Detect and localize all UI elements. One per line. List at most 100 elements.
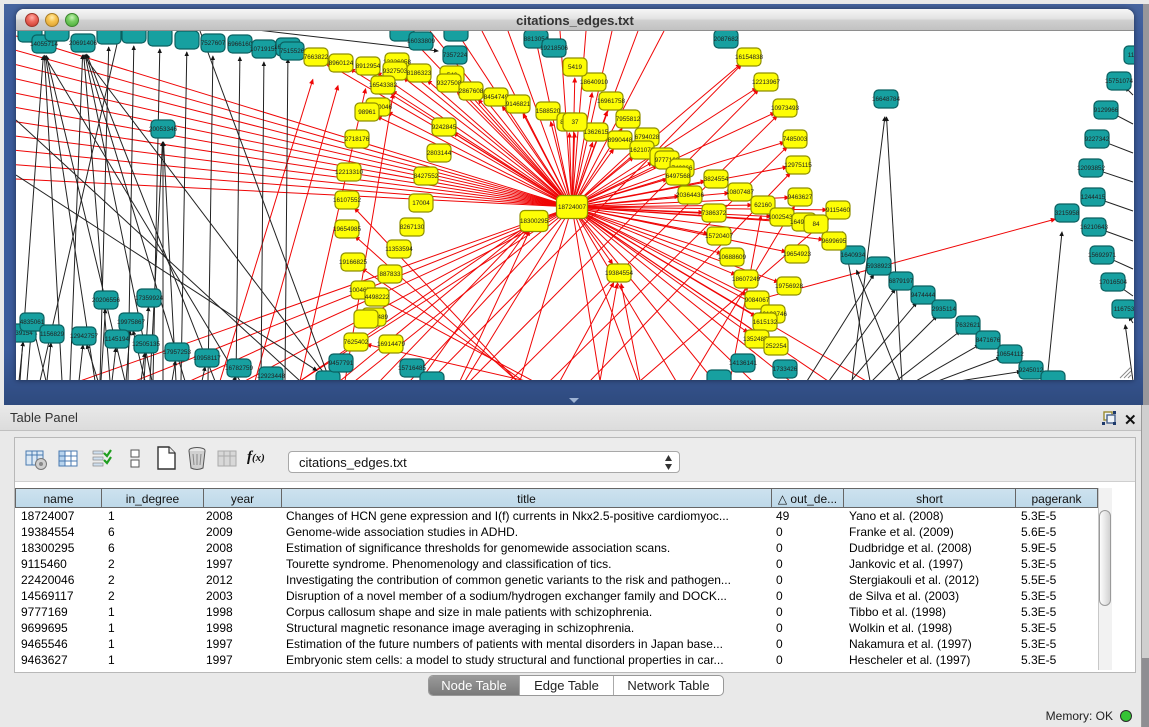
svg-text:9084067: 9084067: [745, 297, 770, 304]
svg-text:887833: 887833: [379, 271, 401, 278]
svg-text:7386372: 7386372: [702, 210, 727, 217]
svg-text:19384554: 19384554: [605, 270, 634, 277]
svg-text:19218506: 19218506: [540, 45, 569, 52]
svg-text:8454749: 8454749: [484, 94, 509, 101]
svg-text:1588520: 1588520: [536, 108, 561, 115]
svg-text:14136141: 14136141: [729, 360, 758, 367]
svg-text:1615132: 1615132: [753, 319, 778, 326]
svg-text:6879197: 6879197: [889, 278, 914, 285]
svg-text:12505135: 12505135: [132, 341, 161, 348]
svg-text:19975867: 19975867: [117, 319, 146, 326]
svg-text:9245012: 9245012: [1019, 367, 1044, 374]
svg-text:9242845: 9242845: [432, 124, 457, 131]
svg-text:7485003: 7485003: [783, 136, 808, 143]
svg-text:17004: 17004: [412, 200, 430, 207]
svg-text:7625402: 7625402: [344, 339, 369, 346]
svg-text:84: 84: [812, 221, 820, 228]
svg-text:8427552: 8427552: [414, 173, 439, 180]
svg-text:12942757: 12942757: [70, 333, 99, 340]
svg-text:5419: 5419: [568, 64, 583, 71]
svg-text:62160: 62160: [754, 202, 772, 209]
svg-text:16154838: 16154838: [735, 54, 764, 61]
svg-text:4835061: 4835061: [20, 319, 45, 326]
svg-text:8471676: 8471676: [976, 337, 1001, 344]
svg-text:10807487: 10807487: [726, 189, 755, 196]
svg-text:19654923: 19654923: [783, 251, 812, 258]
svg-text:19756928: 19756928: [775, 283, 804, 290]
svg-text:2935114: 2935114: [932, 306, 957, 313]
svg-text:1733426: 1733426: [773, 366, 798, 373]
svg-text:8990448: 8990448: [608, 137, 633, 144]
svg-text:1640934: 1640934: [841, 252, 866, 259]
svg-text:9227342: 9227342: [1085, 136, 1110, 143]
svg-text:7527607: 7527607: [201, 40, 226, 47]
svg-text:98961: 98961: [358, 109, 376, 116]
svg-text:20691406: 20691406: [69, 40, 98, 47]
svg-text:15716485: 15716485: [398, 365, 427, 372]
svg-text:6794028: 6794028: [635, 134, 660, 141]
svg-text:9327503: 9327503: [383, 68, 408, 75]
svg-text:16107552: 16107552: [333, 197, 362, 204]
svg-text:7955812: 7955812: [616, 116, 641, 123]
svg-text:9146821: 9146821: [506, 101, 531, 108]
svg-text:9129966: 9129966: [1094, 107, 1119, 114]
svg-text:12213967: 12213967: [752, 79, 781, 86]
svg-text:1156829: 1156829: [40, 331, 65, 338]
svg-text:12923448: 12923448: [257, 373, 286, 380]
svg-text:20053346: 20053346: [149, 126, 178, 133]
svg-text:10688609: 10688609: [718, 254, 747, 261]
svg-text:2867608: 2867608: [459, 88, 484, 95]
svg-text:10958117: 10958117: [193, 355, 221, 362]
svg-text:9699695: 9699695: [822, 238, 847, 245]
svg-text:10654112: 10654112: [996, 351, 1024, 358]
svg-text:12975115: 12975115: [784, 162, 812, 169]
svg-text:9474444: 9474444: [911, 292, 936, 299]
svg-text:16914479: 16914479: [377, 341, 406, 348]
svg-text:116753: 116753: [1114, 306, 1134, 313]
svg-text:15720407: 15720407: [705, 233, 734, 240]
svg-text:9463627: 9463627: [788, 194, 813, 201]
svg-text:9115460: 9115460: [826, 207, 851, 214]
svg-text:19654985: 19654985: [333, 226, 362, 233]
svg-text:5938923: 5938923: [867, 263, 892, 270]
svg-text:11124: 11124: [1128, 52, 1134, 59]
svg-text:17957253: 17957253: [163, 349, 192, 356]
svg-text:19166825: 19166825: [339, 259, 368, 266]
svg-text:4498222: 4498222: [365, 294, 390, 301]
svg-text:18640910: 18640910: [580, 79, 609, 86]
svg-text:9457791: 9457791: [329, 360, 354, 367]
svg-text:14055714: 14055714: [30, 41, 59, 48]
svg-text:16782759: 16782759: [225, 365, 254, 372]
svg-text:8912954: 8912954: [356, 63, 381, 70]
svg-text:17359924: 17359924: [135, 295, 164, 302]
svg-text:20364436: 20364436: [676, 192, 705, 199]
svg-text:3215958: 3215958: [1055, 210, 1080, 217]
svg-text:8267130: 8267130: [400, 224, 425, 231]
svg-text:15692971: 15692971: [1088, 252, 1117, 259]
svg-text:6497568: 6497568: [666, 173, 691, 180]
svg-text:16648784: 16648784: [872, 96, 901, 103]
svg-text:16961758: 16961758: [597, 98, 626, 105]
svg-text:20206556: 20206556: [92, 297, 121, 304]
svg-text:7663822: 7663822: [304, 54, 329, 61]
svg-text:11353594: 11353594: [385, 246, 413, 253]
svg-text:8960124: 8960124: [329, 60, 354, 67]
svg-text:16543382: 16543382: [369, 82, 398, 89]
svg-text:17016504: 17016504: [1099, 279, 1128, 286]
svg-text:7632621: 7632621: [956, 322, 981, 329]
svg-text:18724007: 18724007: [558, 204, 587, 211]
svg-text:37: 37: [571, 119, 579, 126]
svg-text:18300295: 18300295: [520, 218, 549, 225]
svg-text:2718176: 2718176: [345, 136, 370, 143]
svg-text:3824554: 3824554: [704, 176, 729, 183]
svg-text:8186323: 8186323: [407, 70, 432, 77]
svg-text:10973493: 10973493: [771, 105, 800, 112]
svg-text:2803144: 2803144: [427, 150, 452, 157]
svg-text:15751074: 15751074: [1105, 78, 1134, 85]
svg-text:1362615: 1362615: [584, 129, 609, 136]
svg-text:1244415: 1244415: [1081, 194, 1106, 201]
svg-text:2087682: 2087682: [714, 36, 739, 43]
svg-text:9327508: 9327508: [437, 80, 462, 87]
svg-text:7515526: 7515526: [280, 48, 305, 55]
svg-text:16210643: 16210643: [1080, 224, 1109, 231]
